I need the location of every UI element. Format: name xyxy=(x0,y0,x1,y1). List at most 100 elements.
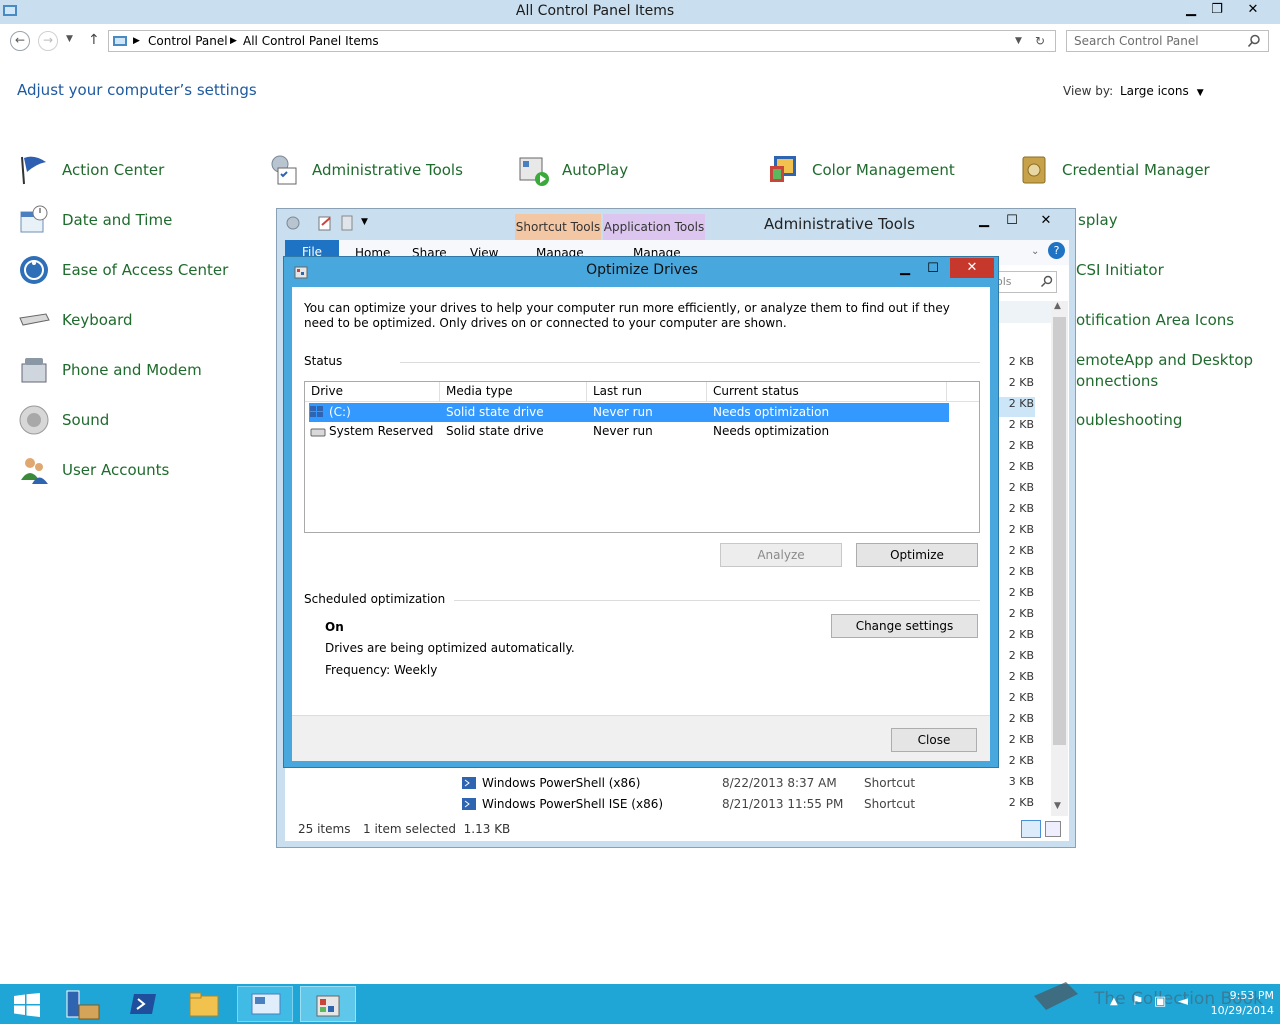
scrollbar-thumb[interactable] xyxy=(1053,317,1066,745)
change-settings-button[interactable]: Change settings xyxy=(831,614,978,638)
large-icons-view-icon[interactable] xyxy=(1045,821,1061,837)
dropdown-arrow-icon[interactable]: ▼ xyxy=(1197,88,1204,98)
scroll-up-icon[interactable]: ▲ xyxy=(1054,301,1061,311)
action-center-flag-icon[interactable]: ⚑ xyxy=(1132,994,1144,1009)
column-header-media-type[interactable]: Media type xyxy=(440,382,587,401)
column-header-current-status[interactable]: Current status xyxy=(707,382,947,401)
volume-icon[interactable]: ◄ xyxy=(1178,994,1188,1009)
back-button[interactable]: ← xyxy=(10,31,30,51)
dialog-footer: Close xyxy=(292,715,990,761)
admin-search-box[interactable]: ols xyxy=(991,271,1057,293)
new-folder-icon[interactable] xyxy=(339,215,355,231)
column-header-last-run[interactable]: Last run xyxy=(587,382,707,401)
cp-item-remoteapp-partial[interactable]: emoteApp and Desktop xyxy=(1076,351,1253,369)
drive-icon xyxy=(310,428,326,437)
show-hidden-icons[interactable]: ▲ xyxy=(1110,996,1118,1007)
analyze-button[interactable]: Analyze xyxy=(720,543,842,567)
file-size: 2 KB xyxy=(1008,628,1034,641)
vault-icon xyxy=(1022,156,1046,184)
drive-last-run: Never run xyxy=(593,405,653,419)
view-by-value[interactable]: Large icons xyxy=(1120,84,1189,98)
refresh-icon[interactable]: ↻ xyxy=(1035,34,1045,48)
up-button[interactable]: ↑ xyxy=(88,32,100,48)
close-button[interactable]: ✕ xyxy=(1033,211,1059,231)
close-button[interactable]: ✕ xyxy=(1240,0,1266,20)
system-clock[interactable]: 9:53 PM 10/29/2014 xyxy=(1200,988,1274,1018)
cp-item-label[interactable]: AutoPlay xyxy=(562,161,628,179)
cp-item-label[interactable]: Administrative Tools xyxy=(312,161,463,179)
cp-item-label[interactable]: Date and Time xyxy=(62,211,172,229)
close-button[interactable]: ✕ xyxy=(950,258,994,278)
window-title: All Control Panel Items xyxy=(515,3,675,19)
scroll-down-icon[interactable]: ▼ xyxy=(1054,801,1061,811)
optimize-drives-dialog[interactable]: Optimize Drives ▁ ☐ ✕ You can optimize y… xyxy=(283,256,999,768)
drive-row[interactable]: System Reserved Solid state drive Never … xyxy=(309,422,949,441)
address-bar[interactable]: ▶ Control Panel ▶ All Control Panel Item… xyxy=(108,30,1056,52)
defrag-icon xyxy=(294,266,308,279)
search-icon[interactable] xyxy=(1247,34,1261,48)
forward-button[interactable]: → xyxy=(38,31,58,51)
column-header-drive[interactable]: Drive xyxy=(305,382,440,401)
file-name[interactable]: Windows PowerShell (x86) xyxy=(482,776,640,790)
minimize-button[interactable]: ▁ xyxy=(971,211,997,231)
search-box[interactable]: Search Control Panel xyxy=(1066,30,1269,52)
help-icon[interactable]: ? xyxy=(1048,242,1065,259)
cp-item-label[interactable]: Credential Manager xyxy=(1062,161,1210,179)
cp-item-display-partial[interactable]: splay xyxy=(1078,211,1118,229)
drive-row-selected[interactable]: (C:) Solid state drive Never run Needs o… xyxy=(309,403,949,422)
view-by-dropdown[interactable]: Large icons ▼ xyxy=(1120,84,1204,98)
file-size: 3 KB xyxy=(1008,775,1034,788)
cp-item-iscsi-partial[interactable]: CSI Initiator xyxy=(1076,261,1164,279)
details-view-icon[interactable] xyxy=(1021,820,1041,838)
cp-item-label[interactable]: Phone and Modem xyxy=(62,361,202,379)
control-panel-titlebar[interactable]: All Control Panel Items ▁ ❐ ✕ xyxy=(0,0,1280,24)
taskbar-file-explorer[interactable] xyxy=(176,986,232,1022)
ribbon-context-shortcut-tools[interactable]: Shortcut Tools xyxy=(515,214,601,240)
optimize-button[interactable]: Optimize xyxy=(856,543,978,567)
cp-item-remoteapp-partial-2[interactable]: onnections xyxy=(1076,372,1158,390)
cp-item-notification-partial[interactable]: otification Area Icons xyxy=(1076,311,1234,329)
book-watermark-icon xyxy=(1034,982,1078,1010)
vertical-scrollbar[interactable]: ▲ ▼ xyxy=(1051,301,1068,816)
minimize-button[interactable]: ▁ xyxy=(1178,0,1204,20)
schedule-description: Drives are being optimized automatically… xyxy=(325,641,575,655)
maximize-button[interactable]: ☐ xyxy=(920,259,946,279)
file-size: 2 KB xyxy=(1008,586,1034,599)
close-dialog-button[interactable]: Close xyxy=(891,728,977,752)
search-icon[interactable] xyxy=(1040,275,1053,288)
start-button[interactable] xyxy=(0,986,56,1022)
taskbar-optimize-drives[interactable] xyxy=(300,986,356,1022)
minimize-button[interactable]: ▁ xyxy=(892,259,918,279)
cp-item-label[interactable]: Action Center xyxy=(62,161,164,179)
address-dropdown-icon[interactable]: ▼ xyxy=(1015,36,1022,46)
file-name[interactable]: Windows PowerShell ISE (x86) xyxy=(482,797,663,811)
taskbar-server-manager[interactable] xyxy=(56,986,112,1022)
search-input[interactable]: Search Control Panel xyxy=(1074,34,1199,48)
cp-item-label[interactable]: User Accounts xyxy=(62,461,169,479)
file-size: 2 KB xyxy=(1008,607,1034,620)
ribbon-expand-icon[interactable]: ⌄ xyxy=(1031,246,1039,257)
drive-name[interactable]: System Reserved xyxy=(329,424,433,438)
cp-item-label[interactable]: Ease of Access Center xyxy=(62,261,228,279)
restore-button[interactable]: ❐ xyxy=(1204,0,1230,20)
ribbon-context-application-tools[interactable]: Application Tools xyxy=(603,214,705,240)
cp-item-troubleshooting-partial[interactable]: oubleshooting xyxy=(1076,411,1182,429)
breadcrumb-all-items[interactable]: All Control Panel Items xyxy=(243,34,379,48)
breadcrumb-control-panel[interactable]: Control Panel xyxy=(148,34,228,48)
view-by-label: View by: xyxy=(1063,84,1114,98)
file-type: Shortcut xyxy=(864,797,916,811)
network-icon[interactable]: ▣ xyxy=(1154,994,1166,1009)
cp-item-label[interactable]: Sound xyxy=(62,411,109,429)
file-type: Shortcut xyxy=(864,776,916,790)
taskbar-powershell[interactable] xyxy=(116,986,172,1022)
recent-locations-chevron-icon[interactable]: ▼ xyxy=(66,34,73,44)
properties-icon[interactable] xyxy=(317,215,333,231)
drive-name[interactable]: (C:) xyxy=(329,405,351,419)
maximize-button[interactable]: ☐ xyxy=(999,211,1025,231)
cp-item-label[interactable]: Keyboard xyxy=(62,311,133,329)
taskbar-control-panel[interactable] xyxy=(237,986,293,1022)
qat-dropdown-icon[interactable]: ▼ xyxy=(361,217,368,227)
window-title: Administrative Tools xyxy=(764,215,915,233)
drives-list[interactable]: Drive Media type Last run Current status… xyxy=(304,381,980,533)
cp-item-label[interactable]: Color Management xyxy=(812,161,955,179)
